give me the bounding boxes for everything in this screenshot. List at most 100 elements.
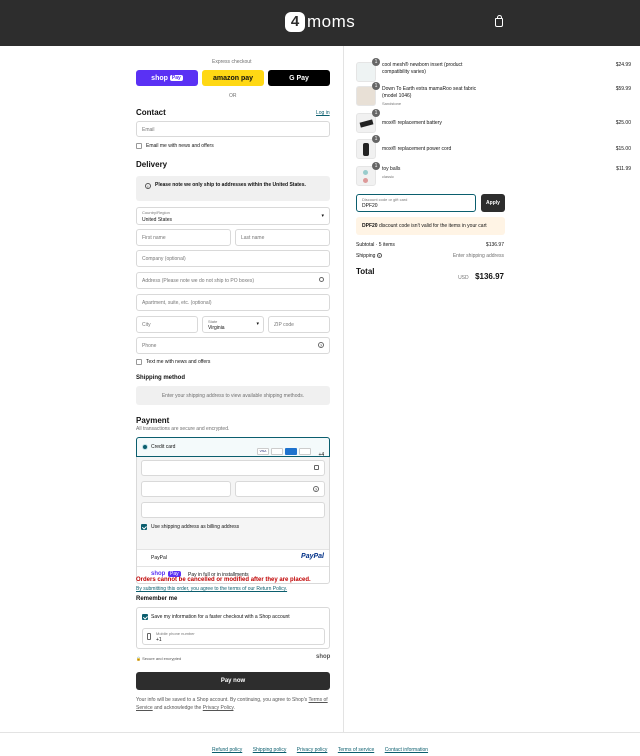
logo-mark: 4 — [285, 12, 305, 32]
company-placeholder: Company (optional) — [142, 256, 186, 262]
item-price: $25.00 — [615, 120, 631, 126]
shipping-label: Shipping ? — [356, 253, 382, 259]
shop-pay-button[interactable]: shop Pay — [136, 70, 198, 86]
city-field[interactable]: City — [136, 316, 198, 333]
country-label: Country/Region — [142, 210, 170, 215]
cart-item: 1 moxi® replacement battery $25.00 — [356, 109, 631, 135]
checkout-form: Express checkout shop Pay amazon pay G P… — [0, 46, 343, 732]
refund-policy-link[interactable]: Refund policy — [212, 747, 242, 753]
city-placeholder: City — [142, 322, 151, 328]
cart-item: 1 moxi® replacement power cord $15.00 — [356, 135, 631, 161]
amazon-pay-button[interactable]: amazon pay — [202, 70, 264, 86]
shopping-bag-icon[interactable] — [495, 15, 503, 27]
newsletter-checkbox[interactable] — [136, 143, 142, 149]
shop-disclaimer: Your info will be saved to a Shop accoun… — [136, 696, 330, 712]
email-placeholder: Email — [142, 127, 155, 133]
remember-me-heading: Remember me — [136, 596, 178, 602]
privacy-policy-link[interactable]: Privacy Policy — [203, 705, 234, 711]
phone-placeholder: Phone — [142, 343, 157, 349]
shipping-policy-link[interactable]: Shipping policy — [253, 747, 287, 753]
pay-now-button[interactable]: Pay now — [136, 672, 330, 690]
order-summary: 1 cool mesh® newborn insert (product com… — [343, 46, 640, 732]
google-pay-button[interactable]: G Pay — [268, 70, 330, 86]
disclaimer-text: Your info will be saved to a Shop accoun… — [136, 697, 308, 703]
card-number-field[interactable] — [141, 460, 325, 476]
card-form: ? Use shipping address as billing addres… — [137, 457, 329, 549]
apartment-placeholder: Apartment, suite, etc. (optional) — [142, 300, 212, 306]
contact-information-link[interactable]: Contact information — [385, 747, 428, 753]
help-icon[interactable]: ? — [318, 342, 324, 348]
sms-label: Text me with news and offers — [146, 359, 211, 365]
expiry-field[interactable] — [141, 481, 231, 497]
last-name-field[interactable]: Last name — [235, 229, 330, 246]
return-policy-link[interactable]: By submitting this order, you agree to t… — [136, 586, 287, 592]
address-field[interactable]: Address (Please note we do not ship to P… — [136, 272, 330, 289]
apartment-field[interactable]: Apartment, suite, etc. (optional) — [136, 294, 330, 311]
contact-heading: Contact — [136, 108, 166, 117]
paypal-option[interactable]: PayPal PayPal — [137, 549, 329, 566]
amex-icon — [285, 448, 297, 456]
name-on-card-field[interactable] — [141, 502, 325, 518]
zip-placeholder: ZIP code — [274, 322, 294, 328]
privacy-policy-link[interactable]: Privacy policy — [297, 747, 328, 753]
radio-selected[interactable] — [142, 444, 148, 450]
quantity-badge: 1 — [372, 82, 380, 90]
subtotal-value: $136.97 — [485, 242, 504, 248]
billing-same-checkbox[interactable] — [141, 524, 147, 530]
paypal-label: PayPal — [151, 555, 167, 561]
country-select[interactable]: Country/Region United States ▾ — [136, 207, 330, 225]
terms-of-service-link[interactable]: Terms of service — [338, 747, 374, 753]
state-label: State — [208, 319, 218, 324]
quantity-badge: 1 — [372, 162, 380, 170]
mobile-phone-field[interactable]: Mobile phone number +1 — [142, 628, 325, 645]
mobile-value: +1 — [156, 637, 162, 643]
shop-pay-text: shop — [151, 74, 168, 82]
payment-heading: Payment — [136, 416, 170, 425]
state-select[interactable]: State Virginia ▾ — [202, 316, 264, 333]
sms-checkbox[interactable] — [136, 359, 142, 365]
item-variant: classic — [382, 174, 395, 179]
shipping-label-text: Shipping — [356, 253, 376, 259]
shipping-method-placeholder: Enter your shipping address to view avai… — [136, 386, 330, 405]
item-name-text: toy balls — [382, 166, 401, 172]
first-name-field[interactable]: First name — [136, 229, 231, 246]
discount-code-field[interactable]: Discount code or gift card DPF20 — [356, 194, 476, 212]
amazon-pay-text: amazon pay — [212, 74, 254, 82]
email-field[interactable]: Email — [136, 121, 330, 137]
shipping-notice: i Please note we only ship to addresses … — [136, 176, 330, 201]
phone-field[interactable]: Phone ? — [136, 337, 330, 354]
express-checkout-title: Express checkout — [212, 59, 252, 65]
visa-icon: VISA — [257, 448, 269, 456]
security-code-field[interactable]: ? — [235, 481, 325, 497]
shipping-method-text: Enter your shipping address to view avai… — [161, 393, 305, 399]
item-price: $11.99 — [616, 166, 631, 172]
apply-button[interactable]: Apply — [481, 194, 505, 212]
info-icon: i — [145, 183, 151, 189]
state-value: Virginia — [208, 325, 225, 331]
zip-field[interactable]: ZIP code — [268, 316, 330, 333]
credit-card-option[interactable]: Credit card VISA +4 — [136, 437, 330, 463]
item-name: moxi® replacement power cord — [382, 146, 452, 152]
secure-label: 🔒 Secure and encrypted — [136, 656, 182, 661]
item-name: Down To Earth extra mamaRoo seat fabric … — [382, 86, 477, 108]
site-header: 4 moms — [0, 0, 640, 46]
no-cancel-warning: Orders cannot be cancelled or modified a… — [136, 577, 311, 583]
first-name-placeholder: First name — [142, 235, 166, 241]
remember-me-box: Save my information for a faster checkou… — [136, 607, 330, 649]
save-info-checkbox[interactable] — [142, 614, 148, 620]
item-price: $15.00 — [615, 146, 631, 152]
shop-logo: shop — [316, 654, 331, 660]
or-divider: OR — [229, 93, 237, 99]
lock-icon — [314, 465, 319, 470]
help-icon[interactable]: ? — [376, 253, 382, 259]
logo[interactable]: 4 moms — [285, 12, 355, 32]
item-variant: Sandstone — [382, 101, 402, 106]
login-link[interactable]: Log in — [316, 110, 330, 116]
help-icon[interactable]: ? — [313, 486, 319, 492]
cart-item: 1 cool mesh® newborn insert (product com… — [356, 58, 631, 84]
company-field[interactable]: Company (optional) — [136, 250, 330, 267]
search-icon — [319, 277, 324, 282]
paypal-logo: PayPal — [301, 553, 324, 560]
item-price: $59.99 — [615, 86, 631, 92]
shipping-notice-text: Please note we only ship to addresses wi… — [155, 182, 306, 188]
